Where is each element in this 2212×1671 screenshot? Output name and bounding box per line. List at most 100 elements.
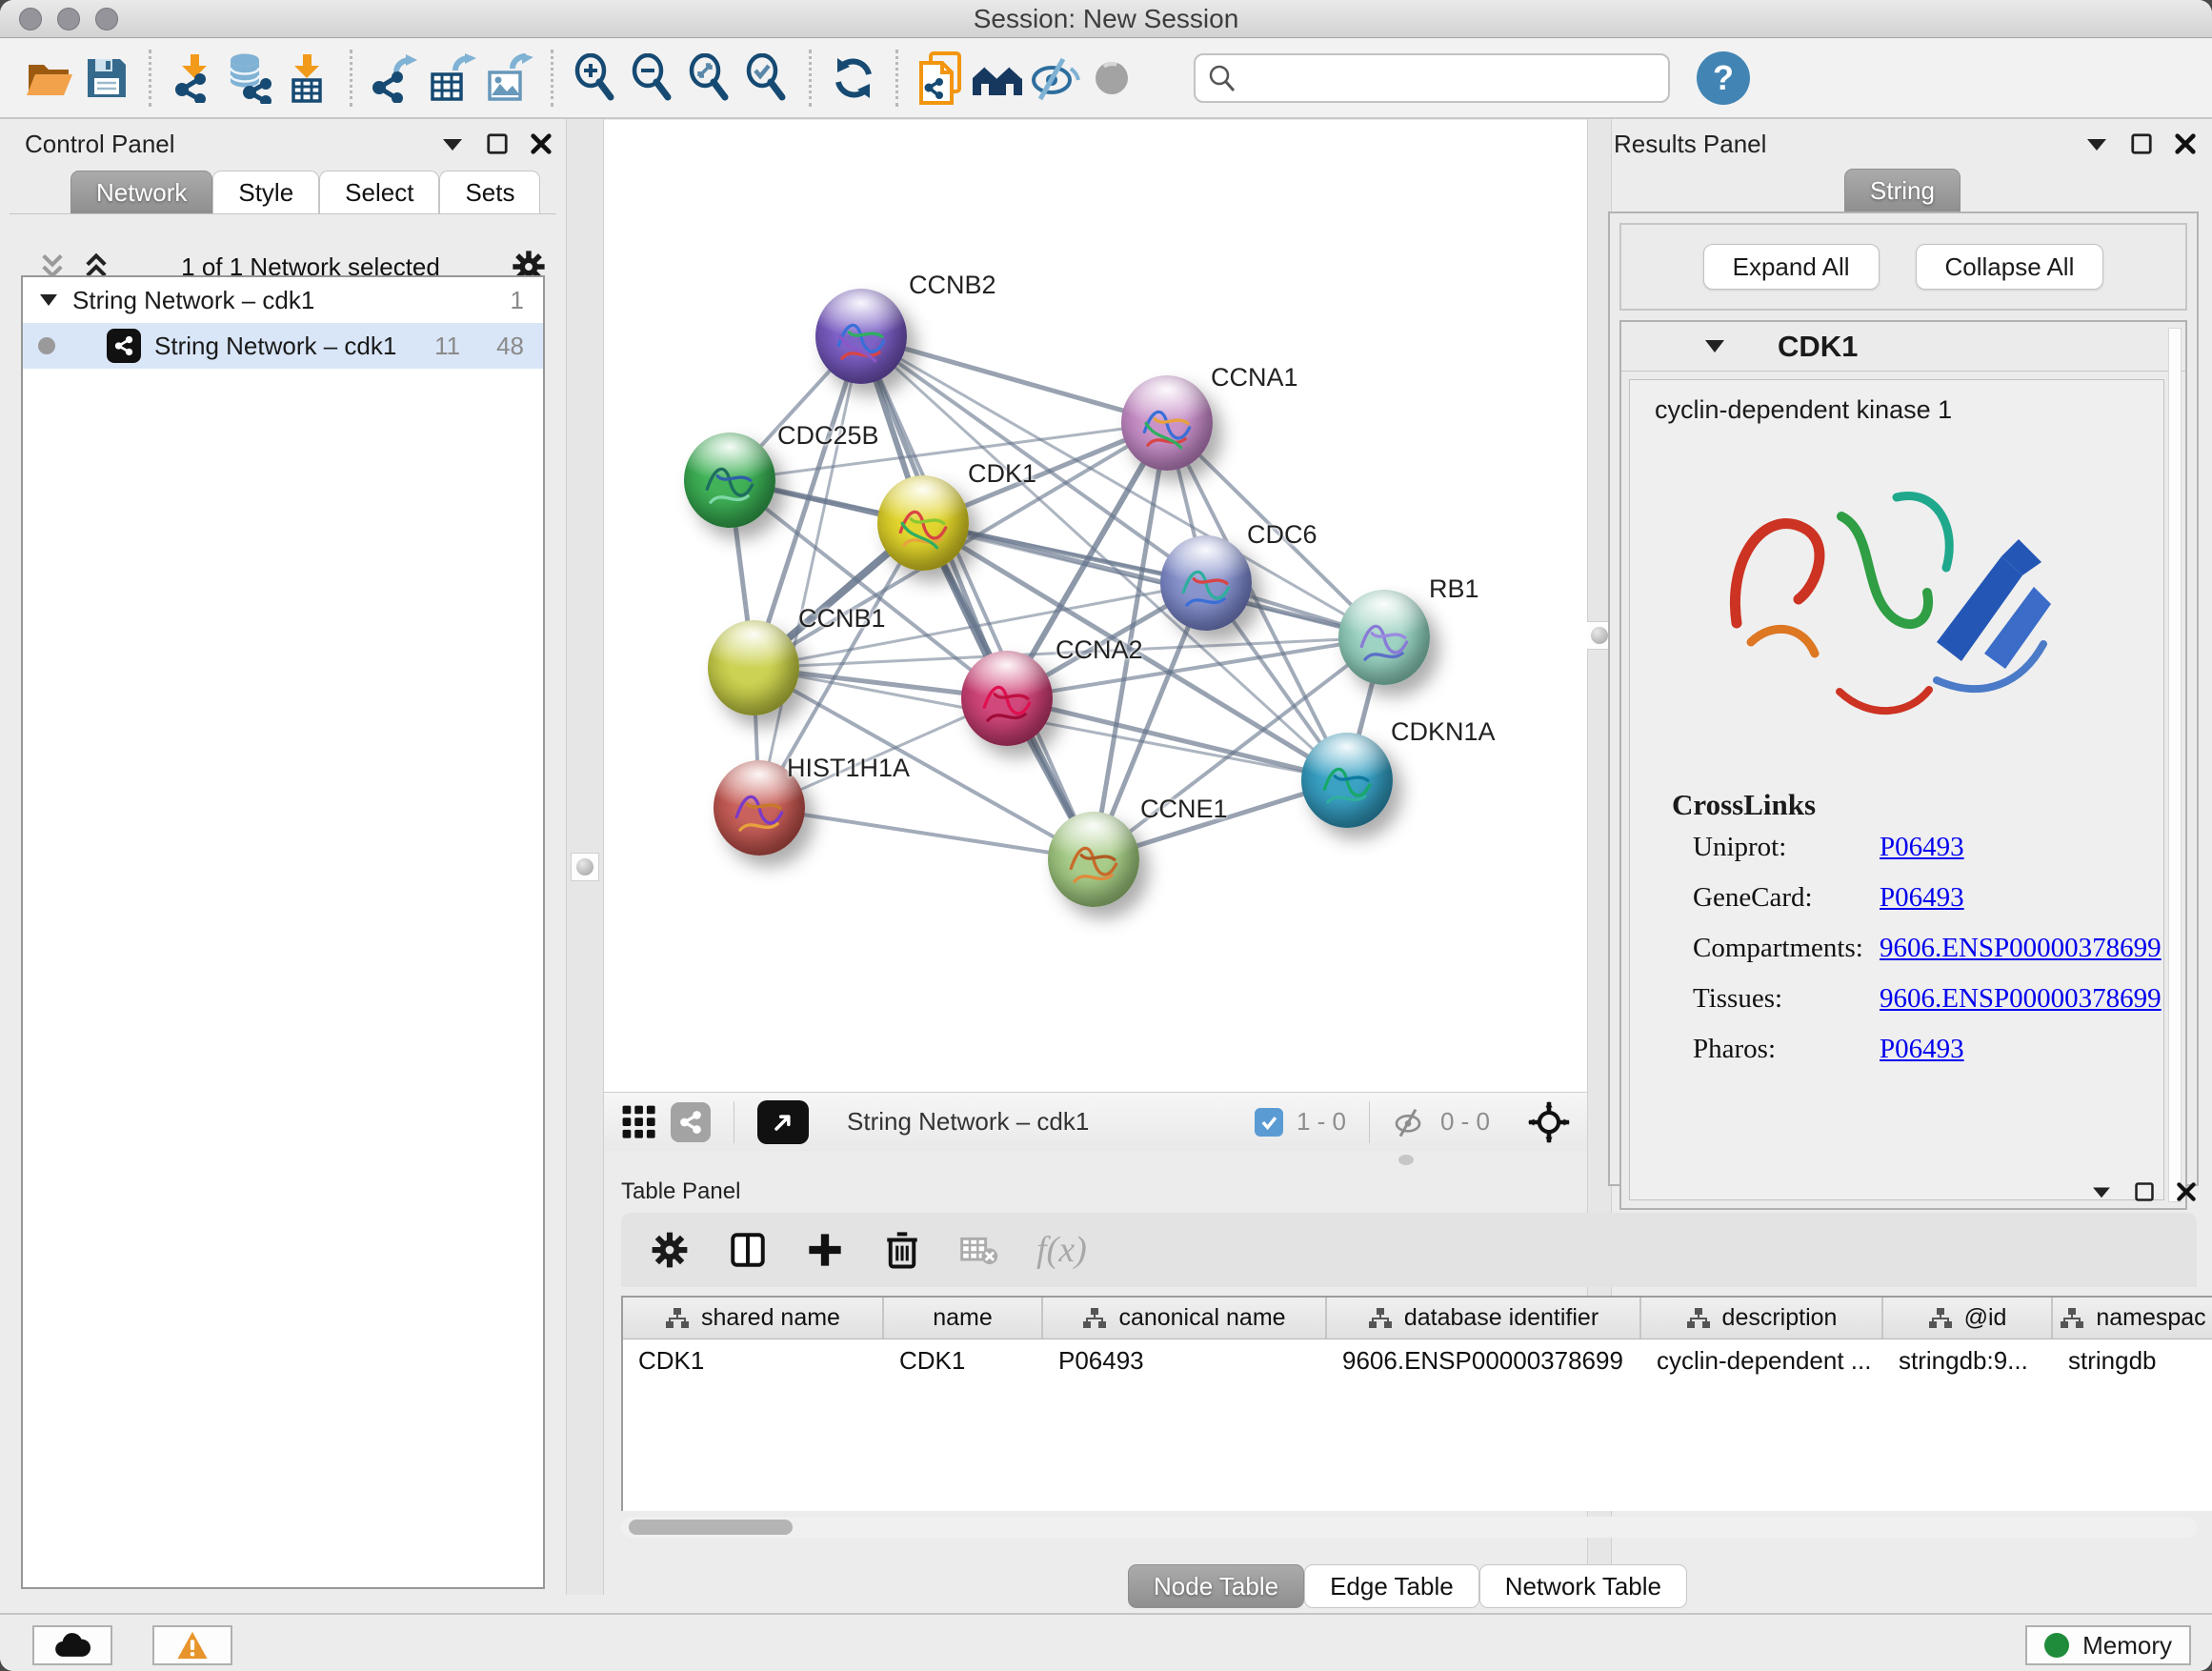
protein-ribbon-thumbnail bbox=[700, 454, 759, 513]
network-node-CCNB2[interactable] bbox=[815, 289, 907, 384]
database-icon bbox=[225, 52, 276, 104]
network-node-CDKN1A[interactable] bbox=[1301, 733, 1393, 828]
close-panel-icon[interactable] bbox=[530, 132, 553, 155]
fit-selected-crosshair-icon[interactable] bbox=[1528, 1101, 1570, 1143]
float-panel-icon[interactable] bbox=[2134, 1181, 2155, 1202]
tab-node-table[interactable]: Node Table bbox=[1128, 1564, 1304, 1608]
crosslink-link[interactable]: 9606.ENSP00000378699 bbox=[1880, 933, 2162, 964]
scrollbar-thumb[interactable] bbox=[629, 1520, 793, 1535]
network-node-CDC25B[interactable] bbox=[684, 433, 775, 528]
node-label-CCNA2: CCNA2 bbox=[1056, 635, 1143, 665]
network-node-CCNB1[interactable] bbox=[708, 620, 799, 715]
table-horizontal-scrollbar[interactable] bbox=[621, 1517, 2197, 1538]
network-collection-row[interactable]: String Network – cdk1 1 bbox=[23, 277, 543, 323]
left-splitter[interactable] bbox=[566, 119, 604, 1595]
column-header-name[interactable]: name bbox=[884, 1298, 1043, 1339]
delete-column-icon[interactable] bbox=[882, 1230, 922, 1270]
search-input[interactable] bbox=[1194, 53, 1670, 103]
collection-expand-icon[interactable] bbox=[38, 292, 59, 308]
memory-button[interactable]: Memory bbox=[2025, 1625, 2191, 1665]
node-label-HIST1H1A: HIST1H1A bbox=[787, 754, 910, 783]
grid-view-icon[interactable] bbox=[621, 1104, 657, 1140]
zoom-in-button[interactable] bbox=[567, 49, 624, 108]
column-header-canonical-name[interactable]: canonical name bbox=[1043, 1298, 1327, 1339]
tab-sets[interactable]: Sets bbox=[439, 171, 540, 214]
network-edge-CCNE1-HIST1H1A[interactable] bbox=[759, 808, 1094, 859]
string-documents-button[interactable] bbox=[912, 49, 969, 108]
zoom-fit-button[interactable] bbox=[681, 49, 738, 108]
string-results-box: Expand All Collapse All CDK1 cyclin-depe… bbox=[1608, 211, 2199, 1186]
float-panel-icon[interactable] bbox=[2130, 132, 2153, 155]
zoom-selected-icon bbox=[742, 53, 792, 103]
main-toolbar: ? bbox=[0, 39, 2212, 119]
tab-string[interactable]: String bbox=[1844, 169, 1961, 212]
import-table-button[interactable] bbox=[279, 49, 336, 108]
selected-nodes-checkbox[interactable] bbox=[1255, 1108, 1283, 1137]
column-header-description[interactable]: description bbox=[1641, 1298, 1883, 1339]
left-splitter-handle[interactable] bbox=[571, 853, 599, 881]
titlebar[interactable]: Session: New Session bbox=[0, 0, 2212, 38]
network-node-CCNA2[interactable] bbox=[961, 651, 1053, 746]
crosslink-link[interactable]: 9606.ENSP00000378699 bbox=[1880, 983, 2162, 1015]
import-network-database-button[interactable] bbox=[222, 49, 279, 108]
column-label: database identifier bbox=[1404, 1304, 1599, 1332]
export-image-button[interactable] bbox=[480, 49, 537, 108]
collapse-panel-icon[interactable] bbox=[440, 135, 465, 152]
import-network-file-button[interactable] bbox=[165, 49, 222, 108]
preview-button[interactable] bbox=[1083, 49, 1140, 108]
tab-network-table[interactable]: Network Table bbox=[1479, 1564, 1687, 1608]
network-view-type-icon[interactable] bbox=[671, 1102, 711, 1142]
crosslink-link[interactable]: P06493 bbox=[1880, 882, 1964, 914]
open-session-button[interactable] bbox=[21, 49, 78, 108]
section-collapse-icon[interactable] bbox=[1703, 338, 1726, 354]
network-node-CCNE1[interactable] bbox=[1048, 812, 1139, 907]
show-columns-icon[interactable] bbox=[728, 1230, 768, 1270]
expand-all-button[interactable]: Expand All bbox=[1703, 244, 1880, 290]
save-session-button[interactable] bbox=[78, 49, 135, 108]
zoom-selected-button[interactable] bbox=[738, 49, 795, 108]
export-network-button[interactable] bbox=[366, 49, 423, 108]
results-scrollbar[interactable] bbox=[2168, 328, 2182, 1202]
column-header-database-identifier[interactable]: database identifier bbox=[1327, 1298, 1641, 1339]
protein-ribbon-thumbnail bbox=[1137, 397, 1196, 456]
crosslink-label: Compartments: bbox=[1693, 933, 1880, 964]
export-table-button[interactable] bbox=[423, 49, 480, 108]
zoom-out-button[interactable] bbox=[624, 49, 681, 108]
network-node-CDC6[interactable] bbox=[1160, 535, 1252, 631]
cloud-status-button[interactable] bbox=[32, 1625, 112, 1665]
collapse-all-button[interactable]: Collapse All bbox=[1916, 244, 2104, 290]
detach-view-button[interactable] bbox=[757, 1100, 809, 1144]
crosslink-link[interactable]: P06493 bbox=[1880, 832, 1964, 863]
close-panel-icon[interactable] bbox=[2174, 132, 2197, 155]
network-node-RB1[interactable] bbox=[1338, 590, 1430, 685]
warnings-button[interactable] bbox=[152, 1625, 232, 1665]
network-row[interactable]: String Network – cdk1 11 48 bbox=[23, 323, 543, 369]
help-button[interactable]: ? bbox=[1697, 51, 1750, 105]
crosslink-label: Uniprot: bbox=[1693, 832, 1880, 863]
collapse-panel-icon[interactable] bbox=[2090, 1184, 2113, 1199]
create-column-icon[interactable] bbox=[806, 1231, 844, 1269]
crosslink-label: Pharos: bbox=[1693, 1034, 1880, 1065]
tab-select[interactable]: Select bbox=[319, 171, 439, 214]
network-canvas[interactable]: CCNB2CCNA1CDC25BCDK1CDC6RB1CCNB1CCNA2CDK… bbox=[604, 120, 1587, 1092]
tab-style[interactable]: Style bbox=[212, 171, 319, 214]
column-header-@id[interactable]: @id bbox=[1883, 1298, 2053, 1339]
home-networks-button[interactable] bbox=[969, 49, 1026, 108]
table-options-gear-icon[interactable] bbox=[650, 1230, 690, 1270]
apply-layout-button[interactable] bbox=[825, 49, 882, 108]
horizontal-splitter-handle[interactable] bbox=[1398, 1155, 1414, 1165]
protein-ribbon-thumbnail bbox=[977, 673, 1036, 732]
network-node-CDK1[interactable] bbox=[877, 475, 969, 571]
show-hide-panel-button[interactable] bbox=[1026, 49, 1083, 108]
tab-edge-table[interactable]: Edge Table bbox=[1304, 1564, 1479, 1608]
collapse-panel-icon[interactable] bbox=[2084, 135, 2109, 152]
float-panel-icon[interactable] bbox=[486, 132, 509, 155]
crosslink-link[interactable]: P06493 bbox=[1880, 1034, 1964, 1065]
tab-network[interactable]: Network bbox=[70, 171, 212, 214]
network-node-CCNA1[interactable] bbox=[1121, 375, 1213, 471]
table-row[interactable]: CDK1CDK1P064939606.ENSP00000378699cyclin… bbox=[623, 1339, 2212, 1381]
column-header-namespac[interactable]: namespac bbox=[2053, 1298, 2212, 1339]
protein-section-header[interactable]: CDK1 bbox=[1621, 322, 2185, 372]
column-header-shared-name[interactable]: shared name bbox=[623, 1298, 884, 1339]
close-panel-icon[interactable] bbox=[2176, 1181, 2197, 1202]
